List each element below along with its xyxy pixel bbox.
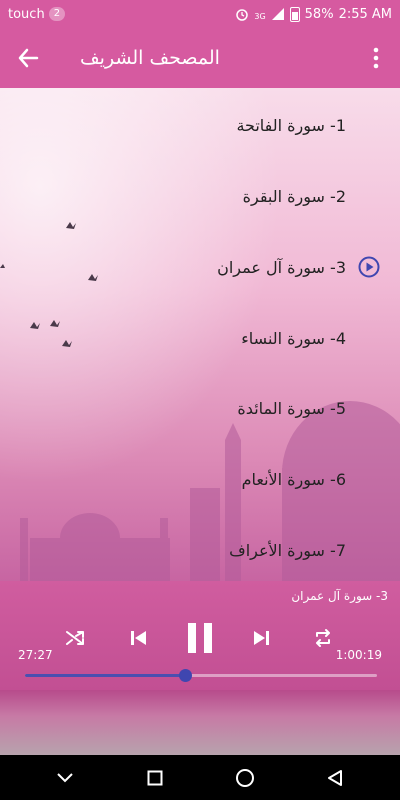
square-icon (147, 770, 163, 785)
surah-item-4[interactable]: 4- سورة النساء (241, 318, 346, 358)
surah-item-2[interactable]: 2- سورة البقرة (243, 176, 346, 216)
seek-thumb[interactable] (179, 669, 193, 682)
repeat-icon (316, 629, 330, 647)
skip-next-icon (254, 631, 269, 645)
audio-player: 3- سورة آل عمران 27:27 1:00:19 (0, 581, 400, 690)
back-button[interactable] (0, 28, 56, 88)
app-bar: المصحف الشريف (0, 28, 400, 88)
shuffle-icon (66, 631, 84, 645)
status-bar: touch 2 3G 58% 2:55 AM (0, 0, 400, 28)
seek-progress (25, 674, 186, 677)
circle-icon (236, 768, 254, 787)
triangle-back-icon (328, 769, 342, 786)
network-type-label: 3G (254, 11, 266, 21)
play-circle-icon[interactable] (358, 256, 380, 278)
pause-icon (188, 623, 212, 653)
surah-item-6[interactable]: 6- سورة الأنعام (242, 459, 346, 499)
signal-icon (271, 8, 284, 20)
page-title: المصحف الشريف (80, 47, 220, 69)
nav-collapse-button[interactable] (45, 758, 85, 798)
surah-list-area[interactable]: 1- سورة الفاتحة 2- سورة البقرة 3- سورة آ… (0, 88, 400, 581)
shuffle-button[interactable] (58, 621, 92, 655)
carrier-label: touch (8, 6, 45, 22)
surah-item-3[interactable]: 3- سورة آل عمران (217, 247, 346, 287)
battery-percent: 58% (304, 6, 334, 22)
nav-recents-button[interactable] (135, 758, 175, 798)
system-navigation-bar (0, 755, 400, 800)
skip-previous-icon (131, 631, 146, 645)
nav-home-button[interactable] (225, 758, 265, 798)
battery-icon (289, 6, 300, 22)
more-vertical-icon (373, 47, 379, 69)
player-background (0, 690, 400, 755)
arrow-back-icon (18, 48, 39, 68)
surah-item-7[interactable]: 7- سورة الأعراف (229, 530, 346, 570)
total-duration: 1:00:19 (335, 648, 382, 662)
previous-button[interactable] (121, 621, 155, 655)
pause-button[interactable] (180, 618, 220, 658)
seek-bar[interactable] (25, 669, 377, 682)
overflow-menu-button[interactable] (352, 28, 400, 88)
clock: 2:55 AM (338, 6, 392, 22)
surah-item-1[interactable]: 1- سورة الفاتحة (236, 105, 346, 145)
now-playing-title: 3- سورة آل عمران (291, 589, 388, 603)
elapsed-time: 27:27 (18, 648, 53, 662)
next-button[interactable] (245, 621, 279, 655)
chevron-down-icon (57, 772, 73, 782)
notification-count-badge: 2 (48, 7, 66, 21)
nav-back-button[interactable] (315, 758, 355, 798)
alarm-icon (236, 9, 249, 21)
surah-item-5[interactable]: 5- سورة المائدة (237, 388, 346, 428)
